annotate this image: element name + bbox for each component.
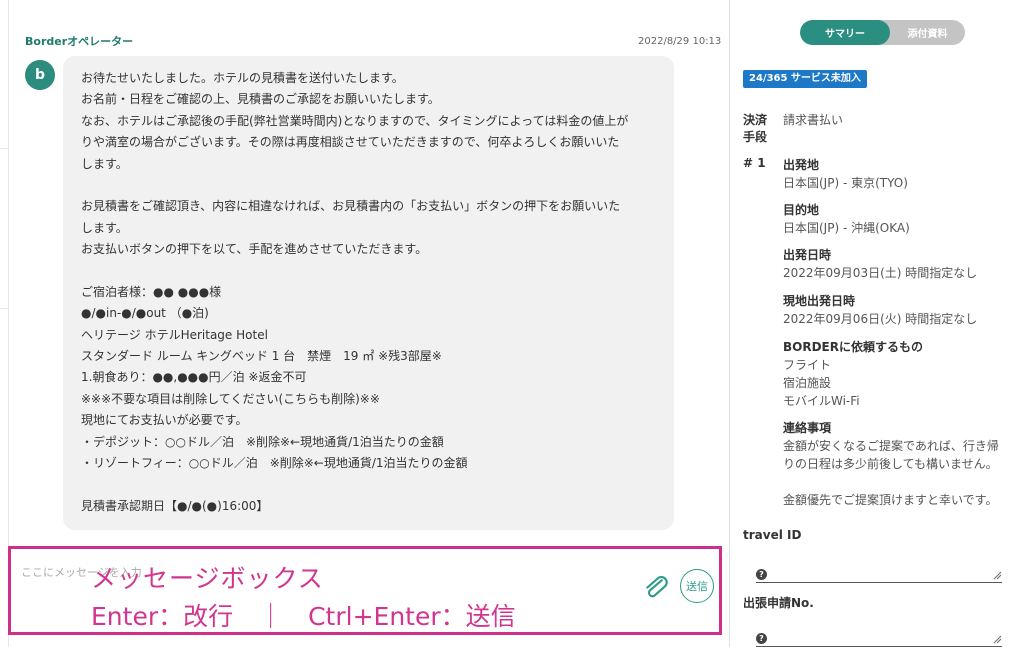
sidebar-tab-toggle: サマリー 添付資料 — [800, 20, 965, 45]
notes-line: 金額優先でご提案頂けますと幸いです。 — [783, 493, 998, 507]
message-line: します。 — [81, 220, 128, 235]
message-line: お支払いボタンの押下を以て、手配を進めさせていただきます。 — [81, 242, 428, 257]
destination-title: 目的地 — [783, 203, 820, 217]
message-line: お待たせいたしました。ホテルの見積書を送付いたします。 — [81, 71, 404, 85]
service-status-badge: 24/365 サービス未加入 — [743, 70, 867, 88]
left-edge-tick — [0, 148, 8, 149]
pane-divider — [729, 0, 730, 647]
message-line: 1.朝食あり：●●,●●●円／泊 ※返金不可 — [81, 370, 307, 385]
message-line: ●/●in-●/●out （●泊) — [81, 306, 209, 321]
payment-method-label-2: 手段 — [743, 130, 768, 144]
depart-datetime-value: 2022年09月03日(土) 時間指定なし — [783, 266, 978, 280]
resize-handle-icon[interactable] — [992, 570, 1002, 580]
message-compose-box: メッセージボックス Enter：改行 ｜ Ctrl+Enter：送信 送信 — [8, 546, 722, 635]
message-line: 現地にてお支払いが必要です。 — [81, 413, 248, 428]
avatar: b — [25, 60, 55, 90]
notes-line: 金額が安くなるご提案であれば、行き帰 — [783, 439, 999, 453]
trip-index: # 1 — [743, 156, 766, 170]
depart-datetime-title: 出発日時 — [783, 248, 832, 262]
chat-pane: Borderオペレーター 2022/8/29 10:13 b お待たせいたしまし… — [0, 0, 729, 647]
resize-handle-icon[interactable] — [992, 634, 1002, 644]
message-line — [81, 175, 674, 196]
departure-value: 日本国(JP) - 東京(TYO) — [783, 176, 908, 190]
message-bubble: お待たせいたしました。ホテルの見積書を送付いたします。 お名前・日程をご確認の上… — [63, 56, 674, 530]
request-item: フライト — [783, 358, 832, 372]
request-item: 宿泊施設 — [783, 376, 832, 390]
left-edge-tick — [0, 308, 8, 309]
message-line: お見積書をご確認頂き、内容に相違なければ、お見積書内の「お支払い」ボタンの押下を… — [81, 199, 621, 214]
tab-summary[interactable]: サマリー — [800, 20, 890, 45]
message-line: お名前・日程をご確認の上、見積書のご承認をお願いいたします。 — [81, 92, 440, 107]
message-sender: Borderオペレーター — [25, 35, 134, 48]
request-item: モバイルWi-Fi — [783, 394, 860, 408]
travel-id-input[interactable] — [756, 565, 1002, 583]
message-line: します。 — [81, 156, 128, 171]
message-line — [81, 261, 674, 282]
message-line: ・デポジット：○○ドル／泊 ※削除※←現地通貨/1泊当たりの金額 — [81, 434, 444, 449]
message-line: ご宿泊者様：●● ●●●様 — [81, 284, 222, 299]
notes-line: りの日程は多少前後しても構いません。 — [783, 457, 998, 471]
message-line: りや満室の場合がございます。その際は再度相談させていただきますので、何卒よろしく… — [81, 135, 620, 150]
destination-value: 日本国(JP) - 沖縄(OKA) — [783, 221, 910, 235]
message-line: スタンダード ルーム キングベッド 1 台 禁煙 19 ㎡ ※残3部屋※ — [81, 349, 442, 364]
compose-hint-title: メッセージボックス — [91, 564, 324, 593]
request-title: BORDERに依頼するもの — [783, 340, 923, 354]
message-timestamp: 2022/8/29 10:13 — [638, 36, 722, 47]
travel-id-label: travel ID — [743, 528, 802, 542]
tab-attachments[interactable]: 添付資料 — [890, 20, 965, 45]
notes-title: 連絡事項 — [783, 421, 832, 435]
message-line: 見積書承認期日【●/●(●)16:00】 — [81, 498, 269, 513]
return-datetime-title: 現地出発日時 — [783, 294, 856, 308]
message-line: ヘリテージ ホテルHeritage Hotel — [81, 327, 268, 342]
trip-request-label: 出張申請No. — [743, 596, 814, 610]
message-line — [81, 474, 674, 495]
compose-hint-shortcuts: Enter：改行 ｜ Ctrl+Enter：送信 — [91, 602, 516, 631]
trip-request-input[interactable] — [756, 629, 1002, 647]
return-datetime-value: 2022年09月06日(火) 時間指定なし — [783, 312, 978, 326]
paperclip-icon[interactable] — [643, 573, 669, 603]
send-button[interactable]: 送信 — [680, 569, 714, 603]
message-line: なお、ホテルはご承認後の手配(弊社営業時間内)となりますので、タイミングによって… — [81, 113, 629, 128]
departure-title: 出発地 — [783, 158, 820, 172]
message-line: ・リゾートフィー：○○ドル／泊 ※削除※←現地通貨/1泊当たりの金額 — [81, 456, 468, 471]
payment-method-label: 決済 — [743, 113, 768, 127]
payment-method-value: 請求書払い — [783, 113, 844, 127]
message-line: ※※※不要な項目は削除してください(こちらも削除)※※ — [81, 391, 380, 406]
